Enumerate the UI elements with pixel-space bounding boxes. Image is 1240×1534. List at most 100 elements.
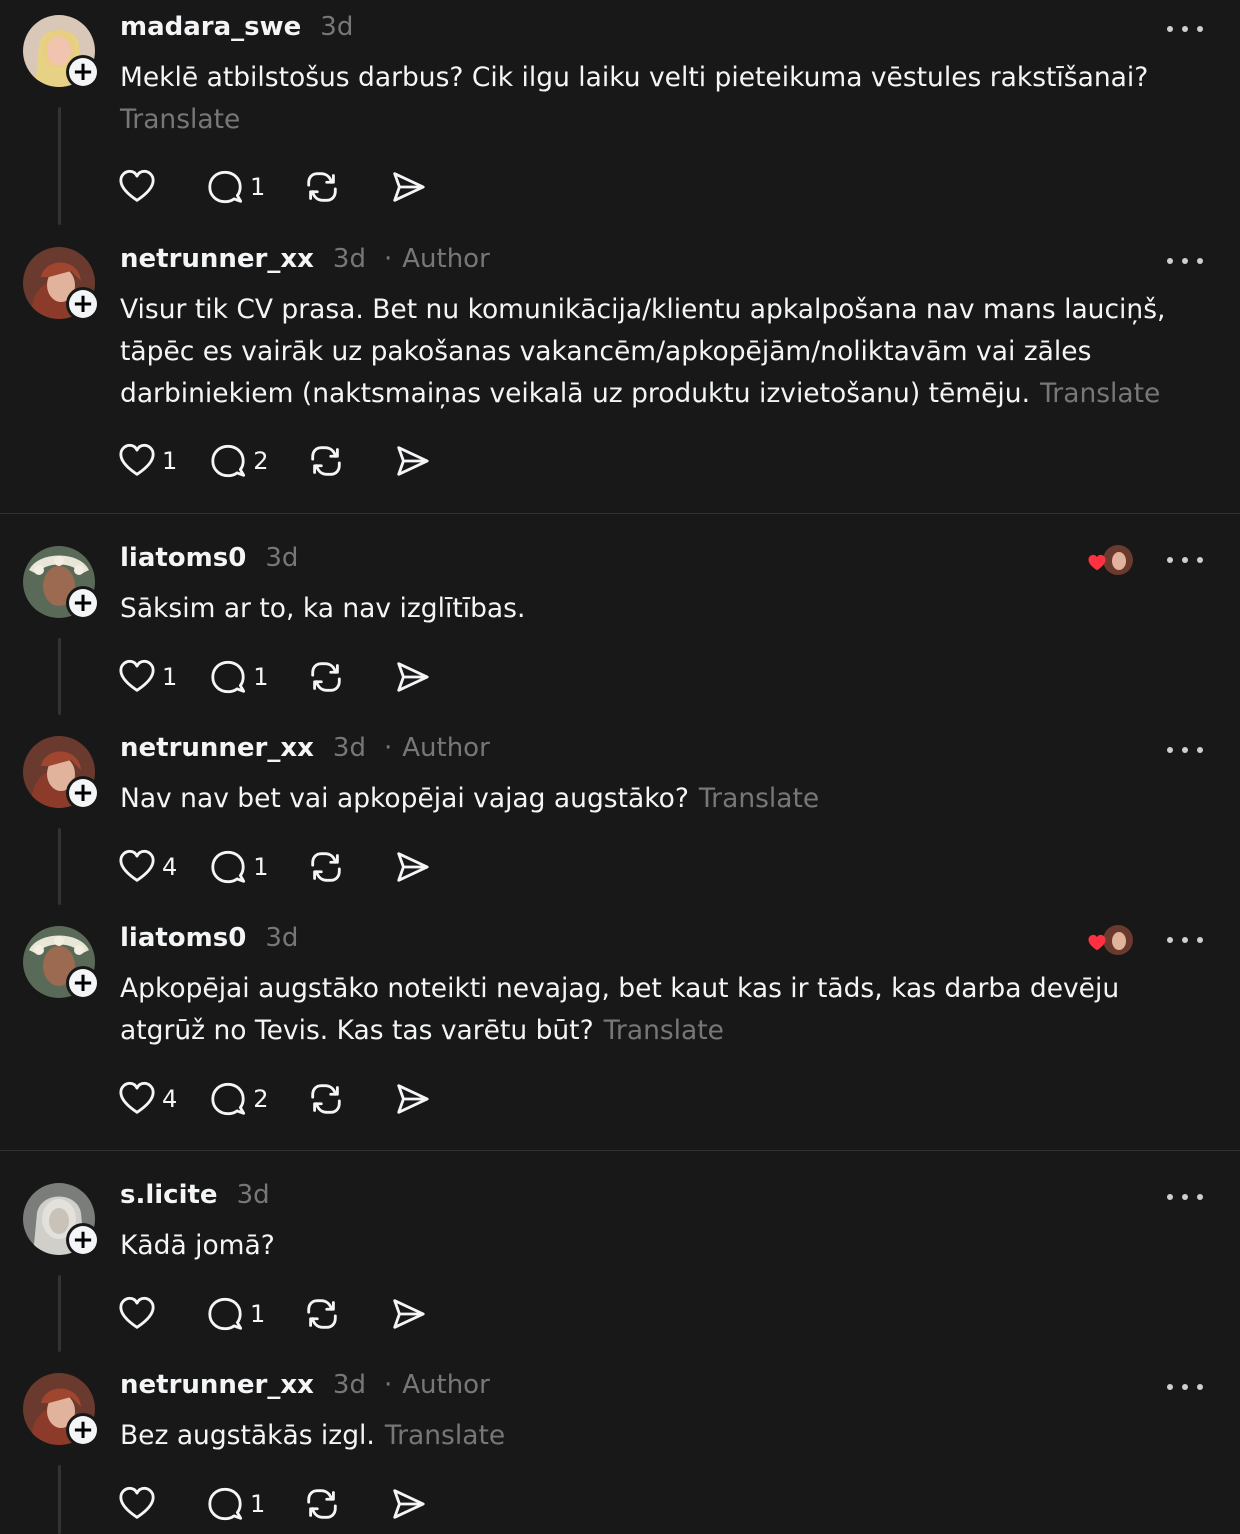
share-icon (393, 1080, 431, 1118)
more-button[interactable] (1167, 255, 1203, 267)
repost-button[interactable] (307, 442, 345, 480)
like-button[interactable] (118, 168, 174, 206)
more-button[interactable] (1167, 1381, 1203, 1393)
more-button[interactable] (1167, 554, 1203, 566)
post-body: Visur tik CV prasa. Bet nu komunikācija/… (120, 294, 1166, 409)
share-button[interactable] (389, 1295, 427, 1333)
section-divider (0, 513, 1240, 514)
timestamp[interactable]: 3d (333, 733, 366, 763)
reply-button[interactable]: 1 (209, 848, 269, 886)
like-button[interactable] (118, 1295, 174, 1333)
post-body: Nav nav bet vai apkopējai vajag augstāko… (120, 783, 689, 814)
author-liked-indicator (1088, 925, 1134, 955)
reply-button[interactable]: 2 (209, 1080, 269, 1118)
repost-button[interactable] (303, 168, 341, 206)
share-button[interactable] (389, 168, 427, 206)
separator-dot: · (383, 733, 393, 763)
timestamp[interactable]: 3d (265, 923, 298, 953)
reply-button[interactable]: 1 (209, 658, 269, 696)
repost-icon (303, 168, 341, 206)
repost-icon (307, 1080, 345, 1118)
more-button[interactable] (1167, 23, 1203, 35)
follow-button[interactable]: + (66, 966, 100, 1000)
username[interactable]: netrunner_xx (120, 733, 314, 763)
username[interactable]: madara_swe (120, 12, 301, 42)
more-button[interactable] (1167, 1191, 1203, 1203)
share-icon (389, 1485, 427, 1523)
timestamp[interactable]: 3d (237, 1180, 270, 1210)
like-button[interactable]: 1 (118, 442, 177, 480)
heart-icon (118, 848, 156, 886)
comment-icon (209, 848, 247, 886)
author-avatar-small (1103, 925, 1133, 955)
timestamp[interactable]: 3d (333, 1370, 366, 1400)
repost-icon (307, 658, 345, 696)
share-icon (389, 1295, 427, 1333)
reply-button[interactable]: 2 (209, 442, 269, 480)
post-text: Nav nav bet vai apkopējai vajag augstāko… (120, 778, 1210, 820)
translate-link[interactable]: Translate (699, 783, 819, 814)
translate-link[interactable]: Translate (604, 1015, 724, 1046)
timestamp[interactable]: 3d (265, 543, 298, 573)
plus-icon: + (69, 589, 97, 617)
post-text: Sāksim ar to, ka nav izglītības. (120, 588, 1210, 630)
share-button[interactable] (389, 1485, 427, 1523)
username[interactable]: netrunner_xx (120, 244, 314, 274)
heart-icon (118, 1295, 156, 1333)
repost-button[interactable] (307, 658, 345, 696)
follow-button[interactable]: + (66, 1223, 100, 1257)
translate-link[interactable]: Translate (385, 1420, 505, 1451)
separator-dot: · (383, 244, 393, 274)
post-body: Sāksim ar to, ka nav izglītības. (120, 593, 526, 624)
plus-icon: + (69, 969, 97, 997)
plus-icon: + (69, 58, 97, 86)
reply-button[interactable]: 1 (206, 1295, 265, 1333)
post-text: Bez augstākās izgl. Translate (120, 1415, 1210, 1457)
author-avatar-small (1103, 545, 1133, 575)
like-button[interactable]: 4 (118, 1080, 177, 1118)
comment-icon (209, 442, 247, 480)
follow-button[interactable]: + (66, 586, 100, 620)
repost-button[interactable] (307, 848, 345, 886)
timestamp[interactable]: 3d (333, 244, 366, 274)
like-button[interactable]: 1 (118, 658, 177, 696)
repost-button[interactable] (303, 1485, 341, 1523)
heart-icon (118, 442, 156, 480)
timestamp[interactable]: 3d (320, 12, 353, 42)
heart-icon (118, 168, 156, 206)
repost-button[interactable] (307, 1080, 345, 1118)
follow-button[interactable]: + (66, 776, 100, 810)
post-text: Meklē atbilstošus darbus? Cik ilgu laiku… (120, 57, 1210, 141)
author-liked-indicator (1088, 545, 1134, 575)
heart-filled-icon (1088, 554, 1106, 571)
comment-icon (206, 168, 244, 206)
follow-button[interactable]: + (66, 287, 100, 321)
username[interactable]: liatoms0 (120, 543, 246, 573)
share-icon (393, 848, 431, 886)
post-body: Bez augstākās izgl. (120, 1420, 375, 1451)
more-button[interactable] (1167, 744, 1203, 756)
reply-button[interactable]: 1 (206, 1485, 265, 1523)
heart-icon (118, 658, 156, 696)
translate-link[interactable]: Translate (120, 99, 1210, 141)
reply-button[interactable]: 1 (206, 168, 265, 206)
repost-button[interactable] (303, 1295, 341, 1333)
thread-line (58, 107, 61, 225)
username[interactable]: liatoms0 (120, 923, 246, 953)
share-button[interactable] (393, 658, 431, 696)
heart-icon (118, 1485, 156, 1523)
follow-button[interactable]: + (66, 55, 100, 89)
like-button[interactable] (118, 1485, 174, 1523)
more-button[interactable] (1167, 934, 1203, 946)
share-button[interactable] (393, 442, 431, 480)
translate-link[interactable]: Translate (1040, 378, 1160, 409)
comment-icon (209, 658, 247, 696)
share-button[interactable] (393, 1080, 431, 1118)
follow-button[interactable]: + (66, 1413, 100, 1447)
author-badge: Author (402, 244, 490, 274)
share-button[interactable] (393, 848, 431, 886)
like-button[interactable]: 4 (118, 848, 177, 886)
plus-icon: + (69, 1416, 97, 1444)
username[interactable]: netrunner_xx (120, 1370, 314, 1400)
username[interactable]: s.licite (120, 1180, 218, 1210)
